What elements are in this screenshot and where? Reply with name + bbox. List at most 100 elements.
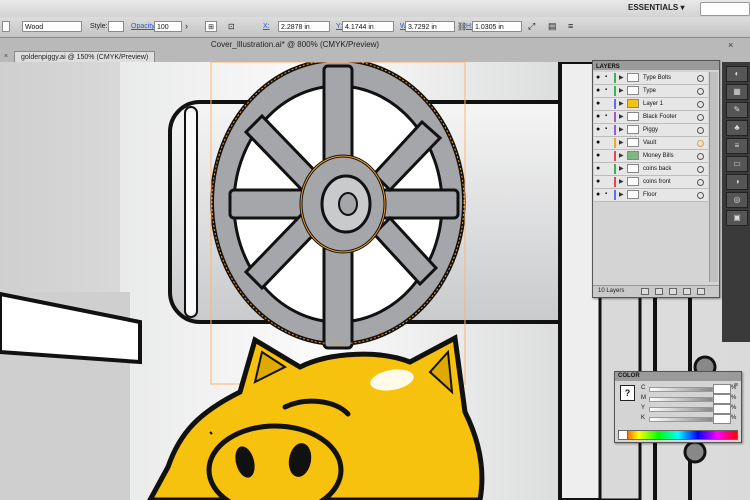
dock-transparency-icon[interactable]: ◑ (726, 174, 748, 190)
layer-target-icon[interactable] (697, 179, 704, 186)
dock-graphic-styles-icon[interactable]: ▣ (726, 210, 748, 226)
panel-menu-icon[interactable]: ≡ (568, 21, 573, 32)
dock-appearance-icon[interactable]: ◎ (726, 192, 748, 208)
layer-row[interactable]: ● ▪ ▶ Floor (594, 189, 708, 202)
expand-triangle-icon[interactable]: ▶ (619, 74, 625, 82)
locate-object-icon[interactable] (641, 288, 649, 295)
layer-target-icon[interactable] (697, 101, 704, 108)
color-tab[interactable]: COLOR (618, 372, 640, 381)
expand-triangle-icon[interactable]: ▶ (619, 113, 625, 121)
visibility-eye-icon[interactable]: ● (596, 74, 603, 81)
expand-triangle-icon[interactable]: ▶ (619, 191, 625, 199)
channel-k[interactable]: K % (641, 414, 737, 424)
visibility-eye-icon[interactable]: ● (596, 152, 603, 159)
reference-point-icon[interactable]: ⊡ (228, 21, 235, 32)
stroke-profile-field[interactable]: Wood (22, 21, 82, 32)
channel-slider[interactable] (649, 387, 713, 392)
dock-gradient-icon[interactable]: ▭ (726, 156, 748, 172)
visibility-eye-icon[interactable]: ● (596, 100, 603, 107)
workspace-switcher[interactable]: ESSENTIALS ▾ (622, 2, 690, 14)
layer-row[interactable]: ● ▶ coins front (594, 176, 708, 189)
visibility-eye-icon[interactable]: ● (596, 126, 603, 133)
expand-triangle-icon[interactable]: ▶ (619, 178, 625, 186)
layer-target-icon[interactable] (697, 140, 704, 147)
make-clipping-mask-icon[interactable] (655, 288, 663, 295)
none-swatch-icon[interactable] (618, 430, 628, 440)
layer-target-icon[interactable] (697, 166, 704, 173)
visibility-eye-icon[interactable]: ● (596, 139, 603, 146)
layer-target-icon[interactable] (697, 127, 704, 134)
visibility-eye-icon[interactable]: ● (596, 113, 603, 120)
style-dropdown[interactable] (108, 21, 124, 32)
layer-row[interactable]: ● ▶ Money Bills (594, 150, 708, 163)
transform-icon[interactable]: ⤢ (528, 21, 535, 32)
help-search-input[interactable] (700, 2, 750, 16)
expand-triangle-icon[interactable]: ▶ (619, 139, 625, 147)
lock-icon[interactable] (605, 139, 612, 146)
new-sublayer-icon[interactable] (669, 288, 677, 295)
channel-slider[interactable] (649, 407, 713, 412)
layer-row[interactable]: ● ▪ ▶ Piggy (594, 124, 708, 137)
lock-icon[interactable] (605, 165, 612, 172)
channel-value-field[interactable] (713, 414, 731, 424)
layers-tab[interactable]: LAYERS (596, 63, 620, 72)
dock-brushes-icon[interactable]: ✎ (726, 102, 748, 118)
visibility-eye-icon[interactable]: ● (596, 178, 603, 185)
lock-icon[interactable]: ▪ (605, 191, 612, 198)
layer-row[interactable]: ● ▪ ▶ Type Bolts (594, 72, 708, 85)
expand-triangle-icon[interactable]: ▶ (619, 126, 625, 134)
visibility-eye-icon[interactable]: ● (596, 165, 603, 172)
y-field[interactable]: 4.1744 in (342, 21, 394, 32)
visibility-eye-icon[interactable]: ● (596, 87, 603, 94)
width-field[interactable]: 3.7292 in (405, 21, 455, 32)
layer-row[interactable]: ● ▪ ▶ Black Footer (594, 111, 708, 124)
dock-symbols-icon[interactable]: ♣ (726, 120, 748, 136)
lock-icon[interactable]: ▪ (605, 74, 612, 81)
channel-slider[interactable] (649, 397, 713, 402)
layer-row[interactable]: ● ▪ ▶ Type (594, 85, 708, 98)
layer-target-icon[interactable] (697, 114, 704, 121)
expand-triangle-icon[interactable]: ▶ (619, 100, 625, 108)
layer-target-icon[interactable] (697, 75, 704, 82)
opacity-label[interactable]: Opacity (131, 21, 155, 32)
layer-target-icon[interactable] (697, 153, 704, 160)
height-field[interactable]: 1.0305 in (472, 21, 522, 32)
layer-row[interactable]: ● ▶ Layer 1 (594, 98, 708, 111)
x-field[interactable]: 2.2878 in (278, 21, 330, 32)
channel-y[interactable]: Y % (641, 404, 737, 414)
layer-target-icon[interactable] (697, 192, 704, 199)
dock-swatches-icon[interactable]: ▦ (726, 84, 748, 100)
channel-slider[interactable] (649, 417, 713, 422)
expand-triangle-icon[interactable]: ▶ (619, 87, 625, 95)
new-layer-icon[interactable] (683, 288, 691, 295)
lock-icon[interactable] (605, 178, 612, 185)
lock-icon[interactable]: ▪ (605, 87, 612, 94)
fill-stroke-question-icon[interactable]: ? (620, 385, 635, 401)
layers-scrollbar[interactable] (709, 72, 718, 282)
lock-icon[interactable] (605, 152, 612, 159)
fill-swatch[interactable] (2, 21, 10, 32)
channel-value-field[interactable] (713, 404, 731, 414)
dock-color-icon[interactable]: ◐ (726, 66, 748, 82)
channel-value-field[interactable] (713, 384, 731, 394)
delete-layer-icon[interactable] (697, 288, 705, 295)
channel-c[interactable]: C % (641, 384, 737, 394)
dock-stroke-icon[interactable]: ≡ (726, 138, 748, 154)
isolate-icon[interactable]: ▤ (548, 21, 557, 32)
arrow-icon[interactable]: › (185, 21, 188, 32)
color-spectrum-bar[interactable] (618, 430, 738, 440)
channel-value-field[interactable] (713, 394, 731, 404)
lock-icon[interactable]: ▪ (605, 126, 612, 133)
lock-icon[interactable] (605, 100, 612, 107)
lock-icon[interactable]: ▪ (605, 113, 612, 120)
channel-m[interactable]: M % (641, 394, 737, 404)
layer-row[interactable]: ● ▶ coins back (594, 163, 708, 176)
visibility-eye-icon[interactable]: ● (596, 191, 603, 198)
layer-target-icon[interactable] (697, 88, 704, 95)
expand-triangle-icon[interactable]: ▶ (619, 152, 625, 160)
opacity-field[interactable]: 100 (154, 21, 182, 32)
transform-grid-icon[interactable]: ⊞ (205, 21, 217, 32)
window-close-icon[interactable]: × (728, 41, 737, 50)
layer-row[interactable]: ● ▶ Vault (594, 137, 708, 150)
expand-triangle-icon[interactable]: ▶ (619, 165, 625, 173)
